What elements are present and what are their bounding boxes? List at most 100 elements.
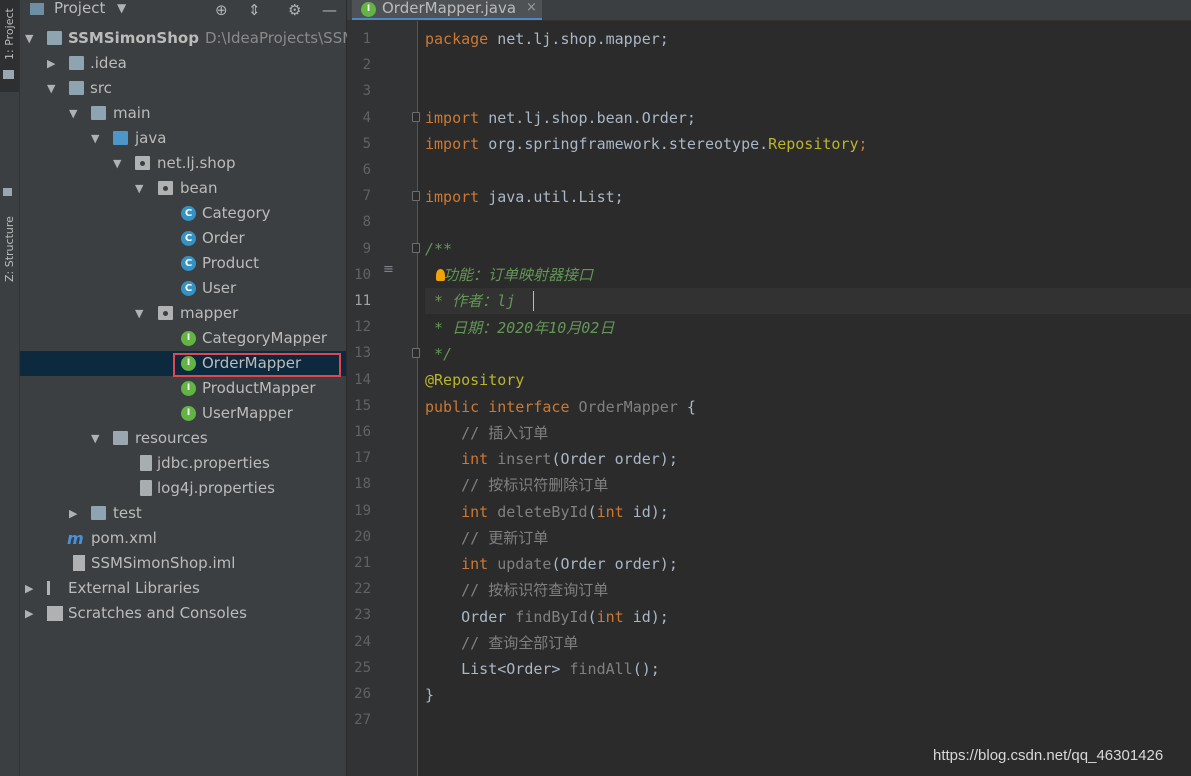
tree-item-usermapper[interactable]: I UserMapper	[20, 401, 346, 426]
line-number: 23	[354, 607, 371, 624]
class-icon: C	[181, 206, 196, 221]
tree-item-label: bean	[180, 179, 218, 197]
package-icon	[158, 306, 173, 320]
tree-item-pom-xml[interactable]: m pom.xml	[20, 526, 346, 551]
tree-item-main[interactable]: ▼ main	[20, 101, 346, 126]
code-line-11: * 作者：lj	[425, 288, 1191, 314]
properties-file-icon	[140, 455, 152, 471]
code-line-19: int deleteById(int id);	[425, 499, 1191, 525]
tree-item-net-lj-shop[interactable]: ▼ net.lj.shop	[20, 151, 346, 176]
line-number: 12	[354, 319, 371, 336]
expand-arrow-icon[interactable]: ▼	[113, 151, 121, 176]
line-number: 11	[354, 293, 371, 309]
fold-icon[interactable]	[412, 348, 420, 358]
maven-icon: m	[67, 529, 84, 548]
tree-item-label: mapper	[180, 304, 239, 322]
keyword: int	[425, 503, 489, 521]
line-number: 13	[354, 345, 371, 362]
project-path: D:\IdeaProjects\SSM	[204, 29, 356, 47]
editor-tab-label: OrderMapper.java	[382, 0, 517, 17]
tree-item-label: test	[113, 504, 142, 522]
line-number: 14	[354, 371, 371, 388]
code-text: ();	[632, 660, 660, 678]
code-line-5: import org.springframework.stereotype.Re…	[425, 131, 1191, 157]
doc-render-icon[interactable]: ≡	[383, 262, 394, 277]
tree-item-java[interactable]: ▼ java	[20, 126, 346, 151]
tree-item-external-libraries[interactable]: ▶ External Libraries	[20, 576, 346, 601]
close-icon[interactable]: ×	[526, 0, 537, 15]
expand-arrow-icon[interactable]: ▼	[69, 101, 77, 126]
code-text: ;	[858, 135, 868, 153]
code-text: OrderMapper	[569, 398, 678, 416]
tree-item-label: pom.xml	[91, 529, 157, 547]
editor-tab-ordermapper[interactable]: I OrderMapper.java ×	[352, 0, 542, 20]
keyword: int	[425, 555, 489, 573]
tree-item-category[interactable]: C Category	[20, 201, 346, 226]
method-name: findById	[506, 608, 588, 626]
structure-tool-tab[interactable]: Z: Structure	[0, 100, 19, 282]
tree-item-label: Order	[202, 229, 245, 247]
tree-item-categorymapper[interactable]: I CategoryMapper	[20, 326, 346, 351]
tree-item-idea[interactable]: ▶ .idea	[20, 51, 346, 76]
expand-arrow-icon[interactable]: ▼	[135, 301, 143, 326]
expand-arrow-icon[interactable]: ▼	[91, 426, 99, 451]
tree-item-jdbc-properties[interactable]: jdbc.properties	[20, 451, 346, 476]
project-tool-tab[interactable]: 1: Project	[0, 0, 19, 92]
type-name: Order	[425, 608, 507, 626]
code-line-12: * 日期：2020年10月02日	[425, 319, 615, 337]
tree-item-scratches[interactable]: ▶ Scratches and Consoles	[20, 601, 346, 626]
tree-item-ssmsimonshop[interactable]: ▼ SSMSimonShop D:\IdeaProjects\SSM	[20, 26, 355, 51]
tree-item-test[interactable]: ▶ test	[20, 501, 346, 526]
interface-icon: I	[181, 406, 196, 421]
tree-item-order[interactable]: C Order	[20, 226, 346, 251]
tree-item-resources[interactable]: ▼ resources	[20, 426, 346, 451]
tree-item-mapper[interactable]: ▼ mapper	[20, 301, 346, 326]
project-view-icon	[30, 3, 44, 15]
tree-item-src[interactable]: ▼ src	[20, 76, 346, 101]
expand-arrow-icon[interactable]: ▶	[47, 51, 55, 76]
project-panel-title[interactable]: Project	[54, 0, 105, 17]
selection-highlight-box	[173, 353, 341, 377]
expand-arrow-icon[interactable]: ▶	[69, 501, 77, 526]
tree-item-label: net.lj.shop	[157, 154, 236, 172]
expand-arrow-icon[interactable]: ▼	[91, 126, 99, 151]
expand-arrow-icon[interactable]: ▶	[25, 576, 33, 601]
code-text: (Order order);	[551, 555, 678, 573]
code-line-1: package net.lj.shop.mapper;	[425, 26, 1191, 52]
gear-icon[interactable]: ⚙	[288, 1, 301, 19]
chevron-down-icon[interactable]: ▼	[117, 1, 126, 15]
code-editor[interactable]: package net.lj.shop.mapper; import net.l…	[425, 21, 1191, 776]
fold-icon[interactable]	[412, 243, 420, 253]
expand-arrow-icon[interactable]: ▼	[25, 26, 33, 51]
lightbulb-icon[interactable]	[436, 269, 445, 281]
class-icon: C	[181, 256, 196, 271]
collapse-all-icon[interactable]: ⇕	[248, 1, 261, 19]
code-text: net.lj.shop.bean.Order;	[479, 109, 696, 127]
fold-icon[interactable]	[412, 112, 420, 122]
hide-icon[interactable]: —	[322, 1, 337, 19]
tree-item-label: .idea	[90, 54, 127, 72]
tree-item-log4j-properties[interactable]: log4j.properties	[20, 476, 346, 501]
line-number: 3	[362, 83, 371, 100]
expand-arrow-icon[interactable]: ▼	[47, 76, 55, 101]
expand-arrow-icon[interactable]: ▶	[25, 601, 33, 626]
tree-item-bean[interactable]: ▼ bean	[20, 176, 346, 201]
keyword: import	[425, 135, 480, 153]
watermark: https://blog.csdn.net/qq_46301426	[933, 747, 1164, 764]
code-line-15: public interface OrderMapper {	[425, 394, 1191, 420]
source-folder-icon	[113, 131, 128, 145]
fold-icon[interactable]	[412, 191, 420, 201]
method-name: update	[488, 555, 552, 573]
expand-arrow-icon[interactable]: ▼	[135, 176, 143, 201]
code-line-22: // 按标识符查询订单	[425, 581, 609, 599]
tree-item-iml[interactable]: SSMSimonShop.iml	[20, 551, 346, 576]
tree-item-product[interactable]: C Product	[20, 251, 346, 276]
keyword: package	[425, 30, 489, 48]
tree-item-user[interactable]: C User	[20, 276, 346, 301]
locate-icon[interactable]: ⊕	[215, 1, 228, 19]
line-number: 27	[354, 712, 371, 729]
editor-area: I OrderMapper.java × 1 2 3 4 5 6 7 8 9 10 11 12 13 14…	[347, 0, 1191, 776]
tree-item-productmapper[interactable]: I ProductMapper	[20, 376, 346, 401]
structure-tool-tab-label: Z: Structure	[3, 216, 16, 282]
tree-item-label: src	[90, 79, 112, 97]
